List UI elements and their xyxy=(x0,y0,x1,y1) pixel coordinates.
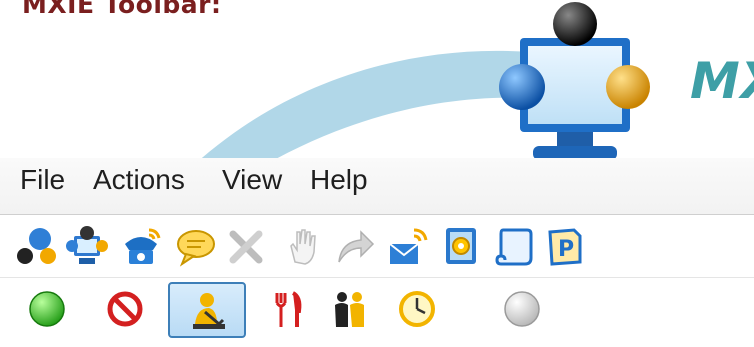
email-icon[interactable] xyxy=(383,221,433,271)
brand-text: MX xyxy=(690,52,754,110)
disconnect-icon[interactable] xyxy=(222,221,272,271)
hold-icon[interactable] xyxy=(278,221,328,271)
chat-icon[interactable] xyxy=(171,221,221,271)
lunch-icon[interactable] xyxy=(262,284,312,334)
transfer-icon[interactable] xyxy=(330,221,380,271)
menu-actions[interactable]: Actions xyxy=(93,164,185,196)
add-contact-icon[interactable] xyxy=(11,221,61,271)
meeting-icon[interactable] xyxy=(325,284,375,334)
status-toolbar xyxy=(0,278,754,347)
menu-help[interactable]: Help xyxy=(310,164,368,196)
do-not-disturb-icon[interactable] xyxy=(100,284,150,334)
park-icon[interactable]: P xyxy=(539,221,589,271)
action-toolbar: P xyxy=(0,215,754,278)
phone-icon[interactable] xyxy=(116,221,166,271)
menu-bar: File Actions View Help xyxy=(0,158,754,215)
scroll-icon[interactable] xyxy=(488,221,538,271)
away-icon[interactable] xyxy=(168,282,246,338)
mxie-logo-icon xyxy=(499,2,650,160)
offline-icon[interactable] xyxy=(497,284,547,334)
out-of-office-icon[interactable] xyxy=(392,284,442,334)
conference-icon[interactable] xyxy=(62,221,112,271)
svg-text:P: P xyxy=(558,237,574,262)
voicemail-icon[interactable] xyxy=(436,221,486,271)
available-icon[interactable] xyxy=(22,284,72,334)
menu-view[interactable]: View xyxy=(222,164,282,196)
menu-file[interactable]: File xyxy=(20,164,65,196)
